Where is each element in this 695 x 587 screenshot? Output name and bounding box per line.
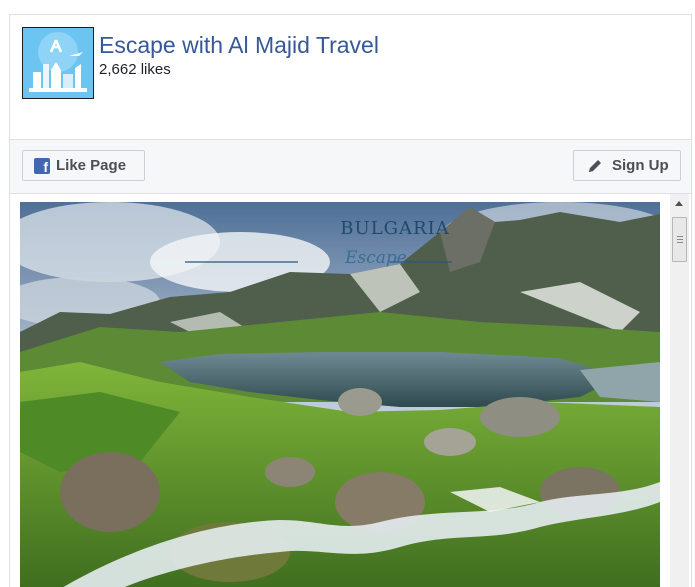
page-avatar[interactable] bbox=[22, 27, 94, 99]
travel-logo-icon bbox=[23, 28, 93, 98]
banner-subtitle: Escape bbox=[345, 248, 407, 268]
timeline-content: BULGARIA Escape bbox=[10, 193, 691, 587]
banner-title: BULGARIA bbox=[340, 218, 450, 239]
facebook-f-icon: f bbox=[34, 157, 50, 174]
action-bar: f Like Page Sign Up bbox=[10, 140, 691, 193]
thumb-grip-line bbox=[677, 236, 683, 237]
likes-count: 2,662 likes bbox=[99, 61, 171, 78]
like-page-button[interactable]: f Like Page bbox=[22, 150, 145, 181]
facebook-page-widget: Escape with Al Majid Travel 2,662 likes … bbox=[9, 14, 692, 587]
post-photo[interactable]: BULGARIA Escape bbox=[20, 202, 660, 587]
sign-up-label: Sign Up bbox=[612, 157, 669, 174]
scrollbar-thumb[interactable] bbox=[672, 217, 687, 262]
page-name-link[interactable]: Escape with Al Majid Travel bbox=[99, 31, 379, 59]
pencil-icon bbox=[589, 159, 601, 172]
page-header: Escape with Al Majid Travel 2,662 likes bbox=[10, 15, 691, 140]
thumb-grip-line bbox=[677, 242, 683, 243]
vertical-scrollbar[interactable] bbox=[670, 194, 689, 587]
scroll-up-arrow-icon[interactable] bbox=[675, 201, 683, 206]
sign-up-button[interactable]: Sign Up bbox=[573, 150, 681, 181]
thumb-grip-line bbox=[677, 239, 683, 240]
like-page-label: Like Page bbox=[56, 157, 127, 174]
